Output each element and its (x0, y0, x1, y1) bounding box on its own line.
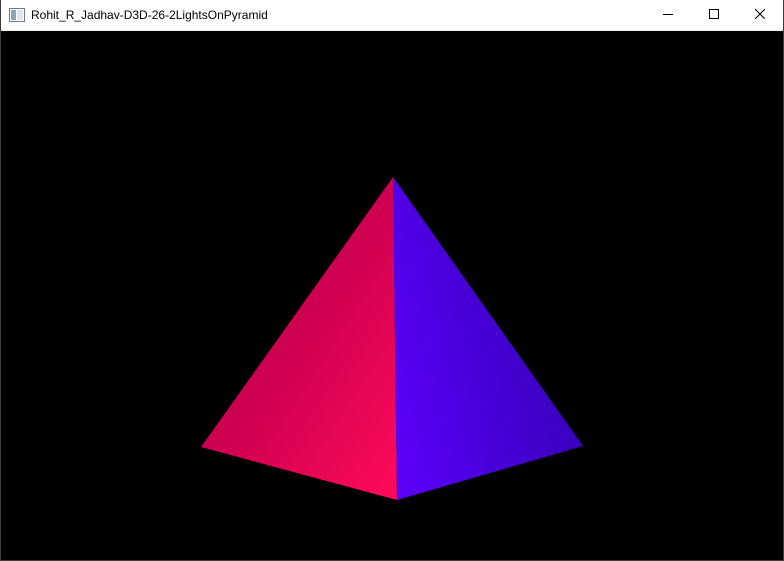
window-controls (645, 0, 783, 30)
minimize-button[interactable] (645, 0, 691, 30)
maximize-button[interactable] (691, 0, 737, 30)
title-bar[interactable]: Rohit_R_Jadhav-D3D-26-2LightsOnPyramid (1, 0, 783, 31)
window-app-icon[interactable] (9, 7, 25, 23)
pyramid-left-face (201, 177, 397, 500)
close-icon (754, 6, 766, 24)
pyramid-right-face (393, 177, 583, 500)
maximize-icon (709, 6, 719, 24)
minimize-icon (663, 6, 673, 24)
pyramid-scene (201, 177, 583, 500)
render-viewport[interactable] (1, 31, 783, 560)
window-title: Rohit_R_Jadhav-D3D-26-2LightsOnPyramid (31, 8, 268, 22)
application-window: Rohit_R_Jadhav-D3D-26-2LightsOnPyramid (0, 0, 784, 561)
close-button[interactable] (737, 0, 783, 30)
